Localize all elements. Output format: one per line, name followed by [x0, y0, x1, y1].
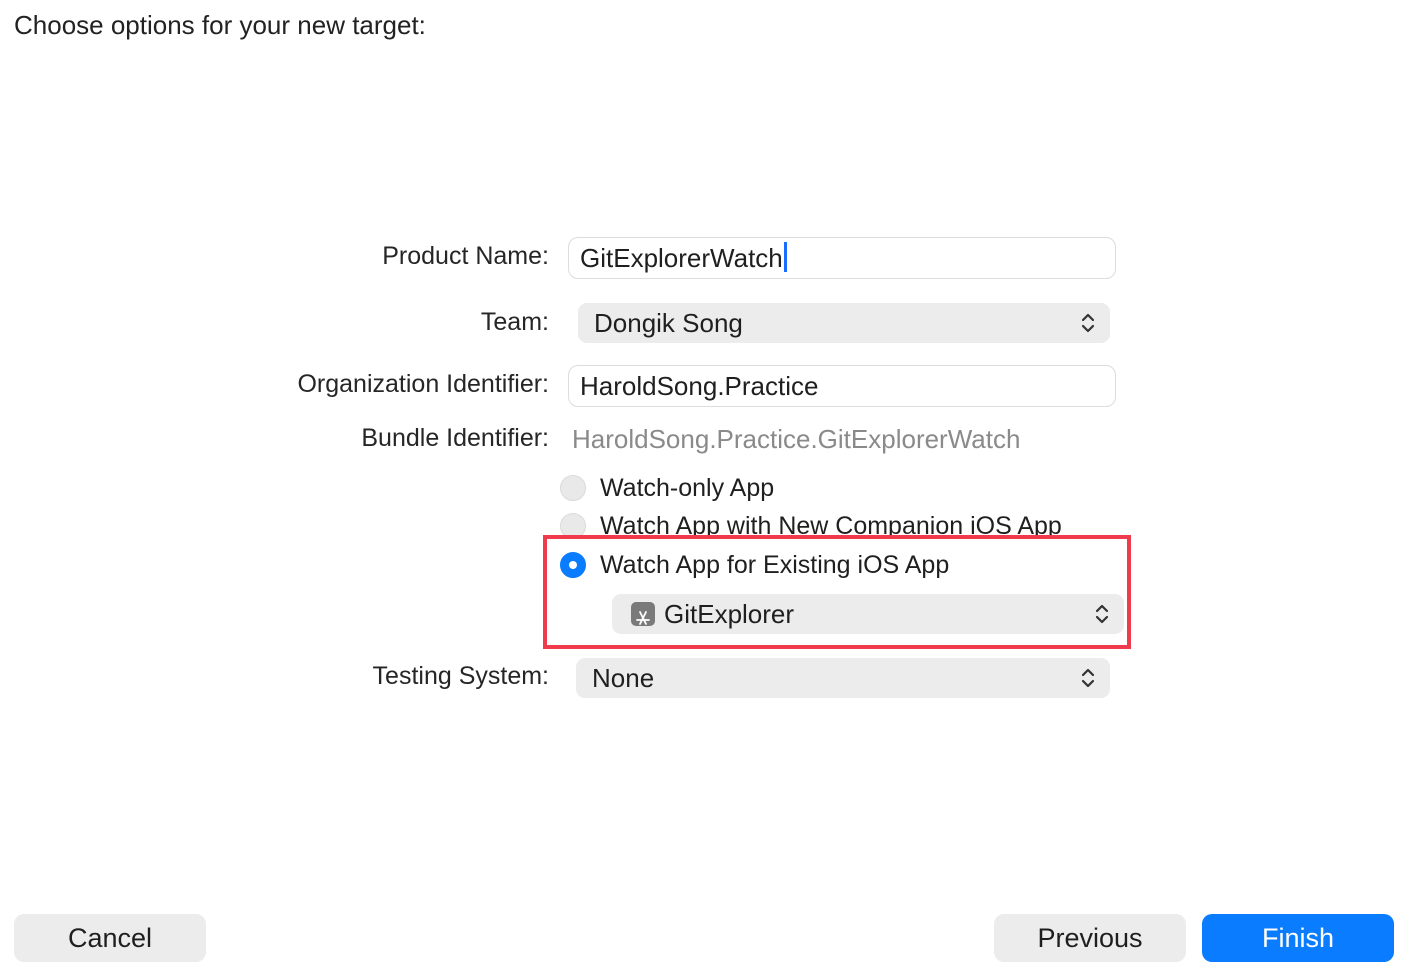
product-name-field[interactable]: GitExplorerWatch [568, 237, 1116, 279]
team-popup[interactable]: Dongik Song [578, 303, 1110, 343]
product-name-value: GitExplorerWatch [580, 243, 783, 273]
testing-system-label: Testing System: [372, 662, 549, 690]
product-name-label: Product Name: [382, 242, 549, 270]
bundle-identifier-value: HaroldSong.Practice.GitExplorerWatch [572, 424, 1021, 454]
radio-button[interactable] [560, 475, 586, 501]
chevron-up-down-icon [1081, 313, 1095, 333]
radio-label: Watch-only App [600, 474, 775, 502]
testing-system-popup[interactable]: None [576, 658, 1110, 698]
bundle-identifier-label: Bundle Identifier: [361, 424, 549, 452]
team-label: Team: [480, 308, 549, 336]
team-value: Dongik Song [594, 308, 743, 338]
highlight-box [543, 535, 1131, 649]
organization-identifier-field[interactable]: HaroldSong.Practice [568, 365, 1116, 407]
cancel-button[interactable]: Cancel [14, 914, 206, 962]
finish-button[interactable]: Finish [1202, 914, 1394, 962]
page-title: Choose options for your new target: [14, 10, 426, 40]
testing-system-value: None [592, 663, 655, 693]
text-cursor [783, 242, 787, 272]
chevron-up-down-icon [1081, 668, 1095, 688]
organization-identifier-label: Organization Identifier: [297, 370, 549, 398]
previous-button[interactable]: Previous [994, 914, 1186, 962]
organization-identifier-value: HaroldSong.Practice [580, 371, 819, 401]
